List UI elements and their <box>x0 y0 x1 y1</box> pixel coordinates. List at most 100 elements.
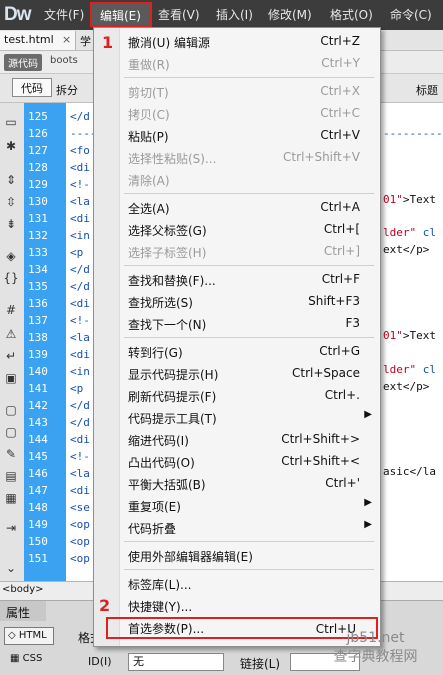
menu-item[interactable]: 刷新代码提示(F) Ctrl+. <box>94 385 380 407</box>
code-fragment: ext</p> <box>383 243 430 256</box>
menu-item[interactable]: 缩进代码(I) Ctrl+Shift+> <box>94 429 380 451</box>
menu-separator <box>124 337 374 338</box>
menu-item-label: 查找和替换(F)... <box>128 274 216 288</box>
line-number: 138 <box>28 331 48 344</box>
chevron-down-icon[interactable]: ⌄ <box>3 561 19 575</box>
code-line: <in <box>70 365 90 378</box>
code-line: <di <box>70 348 90 361</box>
line-number: 132 <box>28 229 48 242</box>
line-number: 151 <box>28 552 48 565</box>
menu-command[interactable]: 命令(C) <box>390 6 432 23</box>
comment-icon[interactable]: ▢ <box>3 403 19 417</box>
highlight-invalid-icon[interactable]: ⚠ <box>3 327 19 341</box>
code-fragment: asic</la <box>383 465 436 478</box>
menu-item[interactable]: 代码折叠 ▶ <box>94 517 380 539</box>
tab-test-html[interactable]: test.html × <box>0 31 76 50</box>
css-mode-icon: ▦ <box>10 653 20 664</box>
id-select[interactable]: 无 <box>128 653 224 671</box>
expand-icon[interactable]: ⇳ <box>3 195 19 209</box>
word-wrap-icon[interactable]: ↵ <box>3 349 19 363</box>
menu-item-shortcut: Ctrl+Shift+V <box>283 150 360 164</box>
code-line: </d <box>70 416 90 429</box>
menu-item-shortcut: Ctrl+G <box>319 344 360 358</box>
menu-item[interactable]: 使用外部编辑器编辑(E) <box>94 545 380 567</box>
menu-item-shortcut: Ctrl+[ <box>323 222 360 236</box>
menu-item[interactable]: 撤消(U) 编辑源 Ctrl+Z <box>94 31 380 53</box>
code-line: <!- <box>70 178 90 191</box>
properties-tab[interactable]: 属性 <box>0 601 46 621</box>
menu-item-label: 粘贴(P) <box>128 130 169 144</box>
balance-braces-icon[interactable]: {} <box>3 271 19 285</box>
menu-item[interactable]: 转到行(G) Ctrl+G <box>94 341 380 363</box>
menu-edit-highlight[interactable]: 编辑(E) <box>90 2 152 27</box>
menu-item[interactable]: 清除(A) <box>94 169 380 191</box>
menu-item[interactable]: 标签库(L)... <box>94 573 380 595</box>
collapse-icon[interactable]: ⇕ <box>3 173 19 187</box>
close-icon[interactable]: × <box>62 33 71 46</box>
menu-item[interactable]: 剪切(T) Ctrl+X <box>94 81 380 103</box>
line-number: 141 <box>28 382 48 395</box>
tag-icon[interactable]: ✱ <box>3 139 19 153</box>
menu-item[interactable]: 全选(A) Ctrl+A <box>94 197 380 219</box>
menu-item[interactable]: 平衡大括弧(B) Ctrl+' <box>94 473 380 495</box>
menu-item[interactable]: 重复项(E) ▶ <box>94 495 380 517</box>
collapse-all-icon[interactable]: ⇟ <box>3 217 19 231</box>
menu-item[interactable]: 查找和替换(F)... Ctrl+F <box>94 269 380 291</box>
code-line: <op <box>70 535 90 548</box>
open-documents-icon[interactable]: ▭ <box>3 115 19 129</box>
code-view-button[interactable]: 代码 <box>12 78 52 97</box>
line-numbers-icon[interactable]: # <box>3 303 19 317</box>
menu-item[interactable]: 选择性粘贴(S)... Ctrl+Shift+V <box>94 147 380 169</box>
line-number-gutter: 125 126 127 128 129 130 131 132 133 134 135 136 137 1… <box>24 103 66 581</box>
menu-modify[interactable]: 修改(M) <box>268 6 312 23</box>
menu-item[interactable]: 查找所选(S) Shift+F3 <box>94 291 380 313</box>
title-label: 标题 <box>416 84 438 97</box>
tab-second[interactable]: 学 <box>80 33 91 49</box>
menu-item[interactable]: 选择父标签(G) Ctrl+[ <box>94 219 380 241</box>
menu-item[interactable]: 显示代码提示(H) Ctrl+Space <box>94 363 380 385</box>
properties-title: 属性 <box>6 606 31 620</box>
menu-item-label: 缩进代码(I) <box>128 434 189 448</box>
menu-item[interactable]: 粘贴(P) Ctrl+V <box>94 125 380 147</box>
recent-snippets-icon[interactable]: ▤ <box>3 469 19 483</box>
code-line: <se <box>70 501 90 514</box>
menu-bar: Dw 编辑(E) 文件(F) 查看(V) 插入(I) 修改(M) 格式(O) 命令(C) <box>0 0 443 30</box>
code-line: <!- <box>70 314 90 327</box>
menu-item[interactable]: 查找下一个(N) F3 <box>94 313 380 335</box>
menu-item[interactable]: 拷贝(C) Ctrl+C <box>94 103 380 125</box>
code-line: <di <box>70 484 90 497</box>
menu-item[interactable]: 代码提示工具(T) ▶ <box>94 407 380 429</box>
syntax-error-icon[interactable]: ▣ <box>3 371 19 385</box>
select-parent-icon[interactable]: ◈ <box>3 249 19 263</box>
menu-item-label: 清除(A) <box>128 174 170 188</box>
split-view-button[interactable]: 拆分 <box>56 82 78 98</box>
indent-icon[interactable]: ⇥ <box>3 521 19 535</box>
code-line: <la <box>70 467 90 480</box>
line-number: 149 <box>28 518 48 531</box>
wrap-tag-icon[interactable]: ✎ <box>3 447 19 461</box>
menu-view[interactable]: 查看(V) <box>158 6 200 23</box>
menu-item-shortcut: Ctrl+Z <box>320 34 360 48</box>
menu-item[interactable]: 快捷键(Y)... <box>94 595 380 617</box>
menu-item[interactable]: 选择子标签(H) Ctrl+] <box>94 241 380 263</box>
remove-comment-icon[interactable]: ▢ <box>3 425 19 439</box>
menu-format[interactable]: 格式(O) <box>330 6 373 23</box>
move-css-icon[interactable]: ▦ <box>3 491 19 505</box>
menu-file[interactable]: 文件(F) <box>44 6 84 23</box>
menu-item-shortcut: Ctrl+] <box>323 244 360 258</box>
menu-item-label: 撤消(U) 编辑源 <box>128 36 210 50</box>
tag-selector[interactable]: <body> <box>2 584 44 595</box>
menu-item[interactable]: 凸出代码(O) Ctrl+Shift+< <box>94 451 380 473</box>
menu-insert[interactable]: 插入(I) <box>216 6 253 23</box>
menu-edit[interactable]: 编辑(E) <box>100 7 141 24</box>
menu-item[interactable]: 重做(R) Ctrl+Y <box>94 53 380 75</box>
related-file-bootstrap[interactable]: boots <box>50 55 78 66</box>
source-code-button[interactable]: 源代码 <box>4 54 42 71</box>
html-mode-label: HTML <box>18 630 47 641</box>
css-mode-button[interactable]: ▦ CSS <box>10 653 42 664</box>
html-mode-button[interactable]: ◇ HTML <box>4 627 54 645</box>
menu-item-label: 查找所选(S) <box>128 296 193 310</box>
menu-item-label: 查找下一个(N) <box>128 318 207 332</box>
code-line: <la <box>70 331 90 344</box>
tab-label: test.html <box>4 33 54 46</box>
